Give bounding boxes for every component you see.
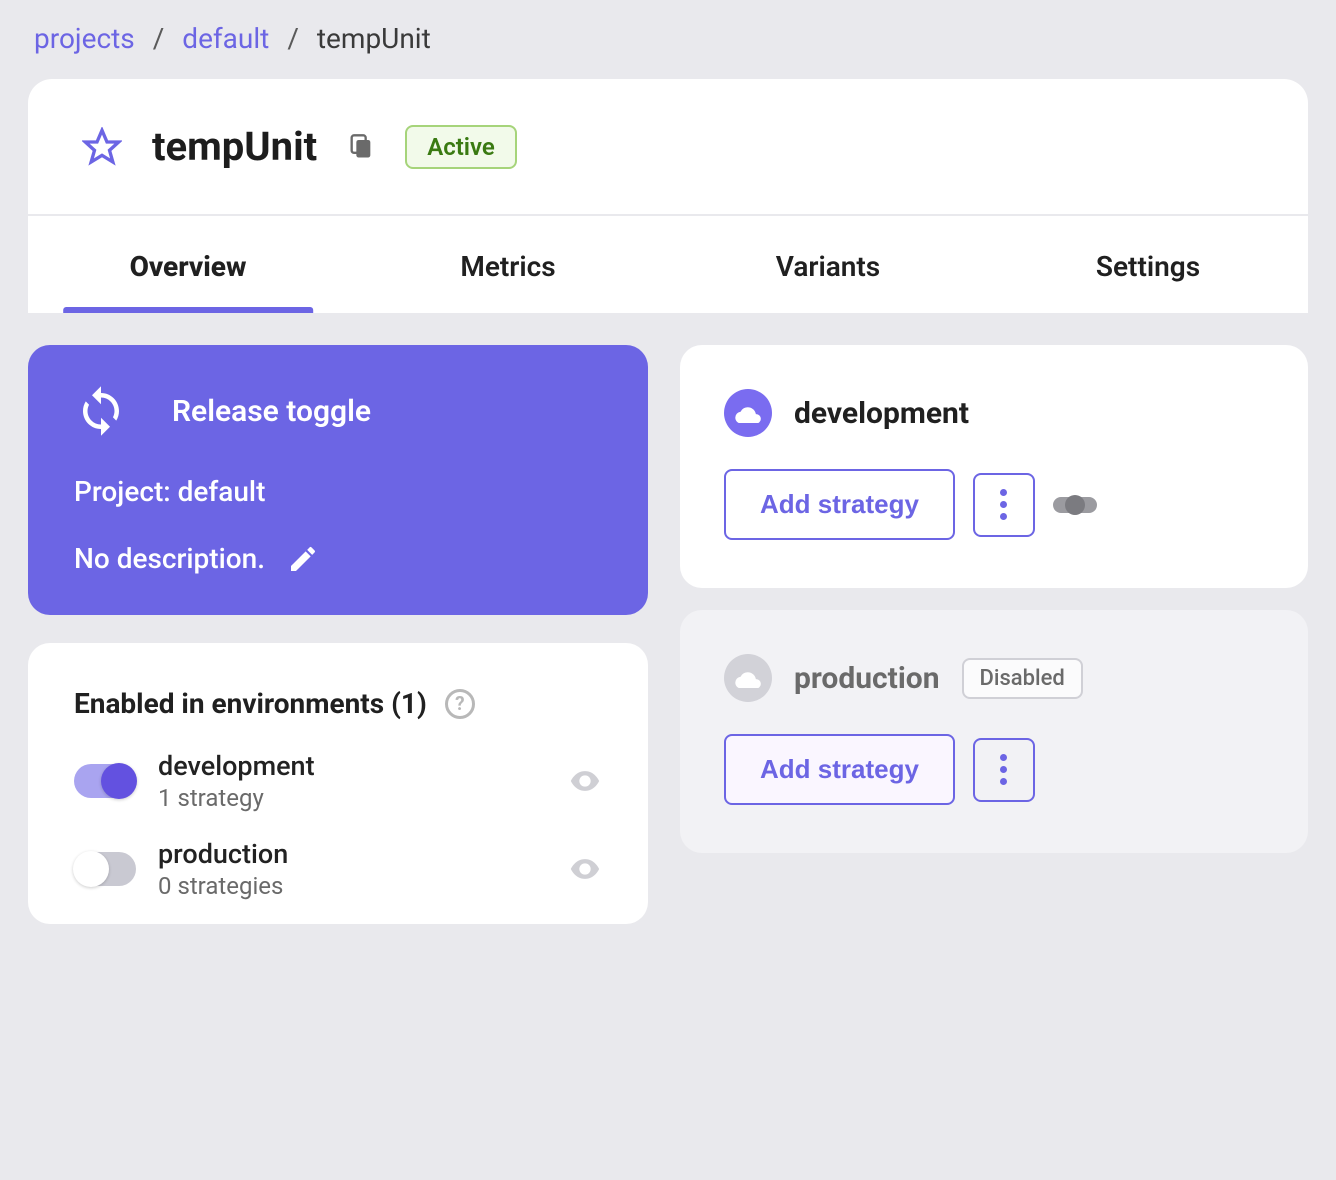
- disabled-badge: Disabled: [962, 658, 1083, 699]
- env-panel-name: development: [794, 396, 969, 431]
- env-strategy-count: 0 strategies: [158, 872, 546, 900]
- env-panel-name: production: [794, 661, 940, 696]
- release-type-label: Release toggle: [172, 394, 371, 429]
- env-name: development: [158, 750, 546, 782]
- feature-title: tempUnit: [152, 123, 317, 170]
- add-strategy-button[interactable]: Add strategy: [724, 734, 955, 805]
- release-project-label: Project: default: [74, 475, 602, 508]
- environments-summary-card: Enabled in environments (1) ? developmen…: [28, 643, 648, 924]
- add-strategy-button[interactable]: Add strategy: [724, 469, 955, 540]
- env-panel-development: development Add strategy: [680, 345, 1308, 588]
- breadcrumb-sep: /: [287, 22, 299, 55]
- help-icon[interactable]: ?: [445, 689, 475, 719]
- cloud-icon: [724, 654, 772, 702]
- feature-header-card: tempUnit Active Overview Metrics Variant…: [28, 79, 1308, 313]
- breadcrumb-sep: /: [153, 22, 165, 55]
- copy-icon[interactable]: [347, 132, 375, 162]
- release-toggle-card: Release toggle Project: default No descr…: [28, 345, 648, 615]
- tab-settings[interactable]: Settings: [988, 216, 1308, 313]
- tabs: Overview Metrics Variants Settings: [28, 216, 1308, 313]
- env-panel-toggle[interactable]: [1053, 497, 1097, 513]
- eye-icon[interactable]: [568, 852, 602, 886]
- edit-icon[interactable]: [287, 543, 319, 575]
- kebab-icon: [1000, 489, 1007, 520]
- env-row-development: development 1 strategy: [74, 750, 602, 812]
- eye-icon[interactable]: [568, 764, 602, 798]
- env-toggle-development[interactable]: [74, 764, 136, 798]
- tab-overview[interactable]: Overview: [28, 216, 348, 313]
- more-menu-button[interactable]: [973, 473, 1035, 537]
- more-menu-button[interactable]: [973, 738, 1035, 802]
- breadcrumb-projects[interactable]: projects: [34, 22, 135, 55]
- sync-icon: [74, 381, 128, 441]
- environments-summary-title: Enabled in environments (1): [74, 687, 427, 720]
- env-toggle-production[interactable]: [74, 852, 136, 886]
- env-row-production: production 0 strategies: [74, 838, 602, 900]
- status-badge: Active: [405, 125, 517, 169]
- env-strategy-count: 1 strategy: [158, 784, 546, 812]
- breadcrumb-project[interactable]: default: [182, 22, 269, 55]
- tab-variants[interactable]: Variants: [668, 216, 988, 313]
- env-panel-production: production Disabled Add strategy: [680, 610, 1308, 853]
- cloud-icon: [724, 389, 772, 437]
- breadcrumb: projects / default / tempUnit: [28, 0, 1308, 79]
- env-name: production: [158, 838, 546, 870]
- release-description: No description.: [74, 542, 265, 575]
- breadcrumb-feature: tempUnit: [317, 22, 431, 55]
- star-icon[interactable]: [82, 127, 122, 167]
- kebab-icon: [1000, 754, 1007, 785]
- tab-metrics[interactable]: Metrics: [348, 216, 668, 313]
